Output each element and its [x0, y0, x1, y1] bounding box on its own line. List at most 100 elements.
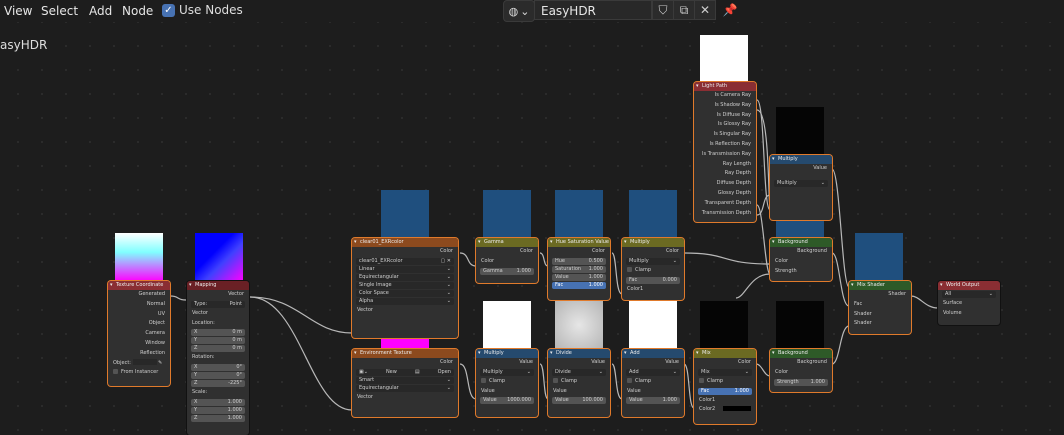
node-title[interactable]: Multiply [622, 238, 684, 247]
hue-field[interactable]: Hue 0.500 [552, 257, 606, 265]
checkmark-icon[interactable]: ✓ [162, 3, 175, 17]
node-texture-coordinate[interactable]: Texture Coordinate Generated Normal UV O… [108, 281, 170, 386]
math-op-dropdown[interactable]: Multiply ⌄ [774, 179, 828, 187]
node-environment-texture[interactable]: Environment Texture Color ▣⌄ New ▤ Open Sma… [352, 349, 458, 417]
menu-add[interactable]: Add [85, 2, 116, 20]
image-file-field[interactable]: clear01_EXRcolor ▢ ✕ [356, 257, 454, 265]
scale-x-field[interactable]: X 1.000 [191, 398, 245, 406]
node-title[interactable]: Background [770, 349, 832, 358]
object-row[interactable]: Object: ✎ [108, 359, 170, 369]
node-multiply-color[interactable]: Multiply Color Multiply⌄ Clamp Fac0.000 … [622, 238, 684, 300]
color2-row[interactable]: Color2 [694, 405, 756, 415]
fac-field[interactable]: Fac 0.000 [626, 276, 680, 284]
clamp-row[interactable]: Clamp [694, 377, 756, 387]
menu-view[interactable]: View [0, 2, 36, 20]
open-image-button[interactable]: Open [438, 369, 451, 376]
rot-x-field[interactable]: X 0° [191, 364, 245, 372]
menu-select[interactable]: Select [37, 2, 82, 20]
node-mix[interactable]: Mix Color Mix⌄ Clamp Fac1.000 Color1 Col… [694, 349, 756, 424]
node-title[interactable]: Add [622, 349, 684, 358]
new-image-button[interactable]: New [386, 369, 397, 376]
node-math-add[interactable]: Add Value Add⌄ Clamp Value Value1.000 [622, 349, 684, 417]
node-background-2[interactable]: Background Background Color Strength1.00… [770, 349, 832, 392]
node-title[interactable]: Environment Texture [352, 349, 458, 358]
scale-y-field[interactable]: Y 1.000 [191, 406, 245, 414]
loc-y-field[interactable]: Y0 m [191, 337, 245, 345]
value-field[interactable]: Value 100.000 [552, 397, 606, 405]
mapping-type-dropdown[interactable]: Type: Point [191, 300, 245, 308]
math-op-dropdown[interactable]: Multiply ⌄ [480, 368, 534, 376]
from-instancer-checkbox[interactable] [113, 369, 118, 375]
color2-swatch[interactable] [722, 406, 751, 412]
node-title[interactable]: Gamma [476, 238, 538, 247]
node-image-texture[interactable]: clear01_EXRcolor Color clear01_EXRcolor▢… [352, 238, 458, 338]
node-hue-saturation-value[interactable]: Hue Saturation Value Color Hue0.500 Satu… [548, 238, 610, 300]
node-title[interactable]: Mix [694, 349, 756, 358]
node-math-divide[interactable]: Divide Value Divide⌄ Clamp Value Value10… [548, 349, 610, 417]
close-icon[interactable]: ✕ [694, 0, 716, 20]
menu-node[interactable]: Node [118, 2, 157, 20]
loc-x-field[interactable]: X0 m [191, 329, 245, 337]
clamp-row[interactable]: Clamp [622, 266, 684, 276]
clamp-row[interactable]: Clamp [476, 377, 538, 387]
env-image-buttons[interactable]: ▣⌄ New ▤ Open [356, 368, 454, 376]
node-light-path[interactable]: Light Path Is Camera Ray Is Shadow Ray I… [694, 82, 756, 222]
node-title[interactable]: Multiply [476, 349, 538, 358]
scale-z-field[interactable]: Z 1.000 [191, 414, 245, 422]
node-title[interactable]: Divide [548, 349, 610, 358]
value-field[interactable]: Value 1.000 [552, 273, 606, 281]
from-instancer-row[interactable]: From Instancer [108, 368, 170, 378]
node-world-output[interactable]: World Output All⌄ Surface Volume [938, 281, 1000, 325]
world-browse-button[interactable]: ◍ ⌄ [503, 0, 535, 22]
blend-mode-dropdown[interactable]: Mix ⌄ [698, 368, 752, 376]
clamp-checkbox[interactable] [627, 377, 632, 383]
node-background-1[interactable]: Background Background Color Strength [770, 238, 832, 281]
strength-field[interactable]: Strength 1.000 [774, 378, 828, 386]
world-name-field[interactable]: EasyHDR [534, 0, 652, 20]
duplicate-icon[interactable]: ⧉ [673, 0, 695, 20]
blend-mode-dropdown[interactable]: Multiply ⌄ [626, 257, 680, 265]
math-op-dropdown[interactable]: Divide ⌄ [552, 368, 606, 376]
clamp-row[interactable]: Clamp [548, 377, 610, 387]
object-field[interactable] [132, 359, 157, 366]
node-title[interactable]: Texture Coordinate [108, 281, 170, 290]
use-nodes-toggle[interactable]: ✓ Use Nodes [162, 3, 243, 17]
rot-y-field[interactable]: Y 0° [191, 372, 245, 380]
interpolation-dropdown[interactable]: Linear ⌄ [356, 265, 454, 273]
node-mix-shader[interactable]: Mix Shader Shader Fac Shader Shader [849, 281, 911, 334]
node-title[interactable]: clear01_EXRcolor [352, 238, 458, 247]
node-math-multiply[interactable]: Multiply Value Multiply⌄ Clamp Value Val… [476, 349, 538, 417]
value-field[interactable]: Value 1000.000 [480, 397, 534, 405]
fake-user-shield-icon[interactable]: ⛉ [652, 0, 674, 20]
node-title[interactable]: Hue Saturation Value [548, 238, 610, 247]
alpha-dropdown[interactable]: Alpha ⌄ [356, 297, 454, 305]
fac-field[interactable]: Fac 1.000 [698, 387, 752, 395]
node-mapping[interactable]: Mapping Vector Type: Point Vector Locatio… [187, 281, 249, 435]
env-interp-dropdown[interactable]: Smart ⌄ [356, 376, 454, 384]
rot-z-field[interactable]: Z -225° [191, 380, 245, 388]
node-title[interactable]: World Output [938, 281, 1000, 290]
gamma-field[interactable]: Gamma 1.000 [480, 267, 534, 275]
target-dropdown[interactable]: All ⌄ [942, 291, 996, 298]
clamp-checkbox[interactable] [553, 377, 558, 383]
clamp-checkbox[interactable] [481, 377, 486, 383]
fac-field[interactable]: Fac 1.000 [552, 281, 606, 289]
value-field[interactable]: Value 1.000 [626, 397, 680, 405]
projection-dropdown[interactable]: Equirectangular ⌄ [356, 273, 454, 281]
clamp-checkbox[interactable] [627, 266, 632, 272]
node-title[interactable]: Mapping [187, 281, 249, 290]
math-op-dropdown[interactable]: Add ⌄ [626, 368, 680, 376]
node-title[interactable]: Background [770, 238, 832, 247]
env-proj-dropdown[interactable]: Equirectangular ⌄ [356, 384, 454, 392]
pin-icon[interactable]: 📌 [719, 0, 741, 20]
node-title[interactable]: Multiply [770, 155, 832, 164]
eyedropper-icon[interactable]: ✎ [158, 360, 162, 366]
clamp-row[interactable]: Clamp [622, 377, 684, 387]
node-title[interactable]: Light Path [694, 82, 756, 91]
loc-z-field[interactable]: Z0 m [191, 345, 245, 353]
node-title[interactable]: Mix Shader [849, 281, 911, 290]
clamp-checkbox[interactable] [699, 377, 704, 383]
source-dropdown[interactable]: Single Image ⌄ [356, 281, 454, 289]
color-space-dropdown[interactable]: Color Space ⌄ [356, 289, 454, 297]
node-gamma[interactable]: Gamma Color Color Gamma1.000 [476, 238, 538, 283]
